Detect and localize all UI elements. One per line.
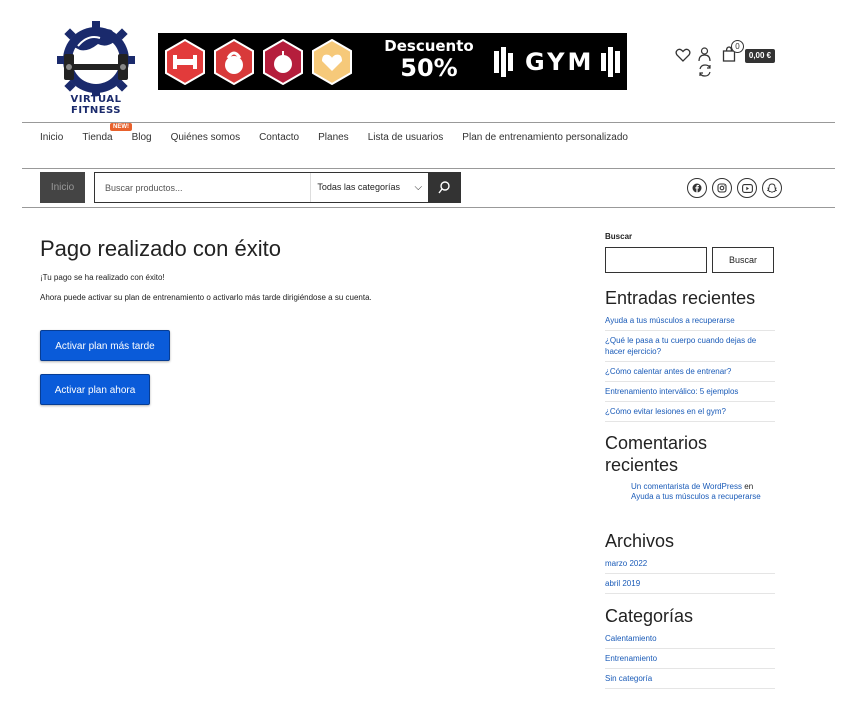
header-divider	[22, 122, 835, 123]
search-button[interactable]	[428, 173, 460, 202]
searchbar-divider	[22, 207, 835, 208]
discount-text: Descuento 50%	[384, 37, 474, 82]
nav-blog[interactable]: Blog	[132, 132, 152, 143]
cart-count-badge: 0	[731, 40, 744, 53]
logo-emblem	[57, 21, 135, 96]
nav-plan-personalizado[interactable]: Plan de entrenamiento personalizado	[462, 132, 628, 143]
dumbbell-icon	[165, 39, 205, 85]
nav-inicio[interactable]: Inicio	[40, 132, 63, 143]
kettlebell-icon	[214, 39, 254, 85]
discount-line2: 50%	[400, 54, 458, 82]
recent-post-link[interactable]: Entrenamiento interválico: 5 ejemplos	[605, 382, 775, 402]
nav-divider	[22, 168, 835, 169]
nav-lista-usuarios[interactable]: Lista de usuarios	[368, 132, 444, 143]
recent-posts-title: Entradas recientes	[605, 288, 756, 308]
categories-widget: Categorías Calentamiento Entrenamiento S…	[605, 605, 775, 689]
comment-author-link[interactable]: Un comentarista de WordPress	[631, 482, 742, 491]
search-icon	[438, 181, 450, 194]
wishlist-heart-icon[interactable]	[675, 48, 691, 62]
activation-message: Ahora puede activar su plan de entrenami…	[40, 293, 372, 302]
main-nav: Inicio Tienda Blog Quiénes somos Contact…	[40, 132, 647, 143]
comment-on-text: en	[744, 482, 754, 491]
facebook-icon[interactable]	[687, 178, 707, 198]
category-link[interactable]: Entrenamiento	[605, 649, 775, 669]
product-search: Todas las categorías ⌵	[94, 172, 461, 203]
snapchat-icon[interactable]	[762, 178, 782, 198]
cart-total[interactable]: 0,00 €	[745, 49, 775, 63]
category-select[interactable]: Todas las categorías ⌵	[310, 173, 428, 202]
nav-quienes-somos[interactable]: Quiénes somos	[171, 132, 240, 143]
archive-link[interactable]: marzo 2022	[605, 554, 775, 574]
sidebar-search-button[interactable]: Buscar	[712, 247, 774, 273]
category-link[interactable]: Calentamiento	[605, 629, 775, 649]
instagram-icon[interactable]	[712, 178, 732, 198]
account-icon[interactable]	[698, 47, 711, 62]
category-link[interactable]: Sin categoría	[605, 669, 775, 689]
category-select-value: Todas las categorías	[317, 182, 400, 192]
recent-post-link[interactable]: Ayuda a tus músculos a recuperarse	[605, 311, 775, 331]
compare-icon[interactable]	[698, 64, 712, 77]
home-button[interactable]: Inicio	[40, 172, 85, 203]
activate-now-button[interactable]: Activar plan ahora	[40, 374, 150, 405]
nav-contacto[interactable]: Contacto	[259, 132, 299, 143]
categories-title: Categorías	[605, 606, 694, 626]
recent-comments-title: Comentarios recientes	[605, 433, 708, 475]
logo-text: VIRTUAL FITNESS	[70, 94, 122, 116]
discount-line1: Descuento	[384, 37, 474, 55]
archives-widget: Archivos marzo 2022 abril 2019	[605, 530, 775, 594]
sidebar-search-input[interactable]	[605, 247, 707, 273]
recent-comment: Un comentarista de WordPress en Ayuda a …	[605, 482, 775, 502]
heart-icon	[312, 39, 352, 85]
product-search-input[interactable]	[95, 173, 311, 202]
recent-post-link[interactable]: ¿Cómo evitar lesiones en el gym?	[605, 402, 775, 422]
sidebar-search-label: Buscar	[605, 232, 633, 241]
nav-planes[interactable]: Planes	[318, 132, 349, 143]
page-title: Pago realizado con éxito	[40, 236, 281, 261]
youtube-icon[interactable]	[737, 178, 757, 198]
recent-post-link[interactable]: ¿Qué le pasa a tu cuerpo cuando dejas de…	[605, 331, 775, 362]
success-message: ¡Tu pago se ha realizado con éxito!	[40, 273, 165, 282]
archive-link[interactable]: abril 2019	[605, 574, 775, 594]
activate-later-button[interactable]: Activar plan más tarde	[40, 330, 170, 361]
gym-text: GYM	[525, 48, 595, 76]
comment-post-link[interactable]: Ayuda a tus músculos a recuperarse	[631, 492, 761, 501]
new-badge: NEW!	[110, 123, 132, 131]
chevron-down-icon: ⌵	[414, 182, 423, 193]
site-logo[interactable]: VIRTUAL FITNESS	[44, 16, 148, 116]
apple-icon	[263, 39, 303, 85]
recent-posts-widget: Entradas recientes Ayuda a tus músculos …	[605, 287, 775, 422]
nav-tienda[interactable]: Tienda	[82, 132, 112, 143]
recent-post-link[interactable]: ¿Cómo calentar antes de entrenar?	[605, 362, 775, 382]
archives-title: Archivos	[605, 531, 675, 551]
promo-banner[interactable]: Descuento 50% GYM	[158, 33, 627, 90]
recent-comments-widget: Comentarios recientes Un comentarista de…	[605, 432, 775, 502]
